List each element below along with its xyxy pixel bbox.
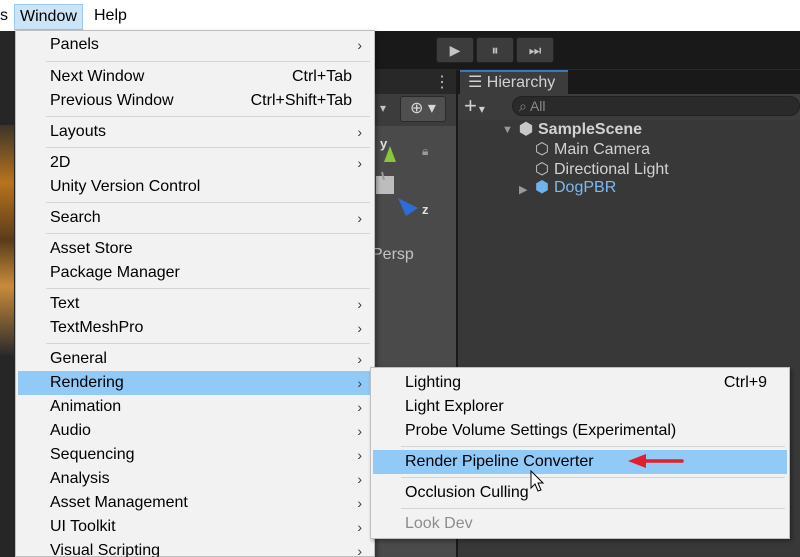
hierarchy-item-label: SampleScene: [538, 121, 643, 138]
chevron-right-icon: ›: [357, 375, 362, 391]
hierarchy-item-dogpbr[interactable]: ⬢ DogPBR: [534, 178, 616, 198]
menu-item-panels[interactable]: Panels ›: [18, 33, 372, 57]
hierarchy-search-input[interactable]: ⌕ All: [512, 96, 800, 116]
menu-item-next-window[interactable]: Next Window Ctrl+Tab: [18, 65, 372, 89]
scene-tab-header: ⋮: [370, 70, 456, 94]
menu-item-package-manager[interactable]: Package Manager: [18, 261, 372, 285]
chevron-right-icon: ›: [357, 210, 362, 226]
window-menu: Panels › Next Window Ctrl+Tab Previous Win…: [15, 30, 375, 557]
hierarchy-tab-label: Hierarchy: [486, 74, 556, 91]
menu-item-text[interactable]: Text ›: [18, 292, 372, 316]
gameobject-cube-icon: ⬡: [535, 141, 549, 158]
menu-item-unity-version-control[interactable]: Unity Version Control: [18, 175, 372, 199]
menu-item-partial[interactable]: s: [0, 4, 13, 30]
rendering-submenu: Lighting Ctrl+9 Light Explorer Probe Volu…: [370, 367, 790, 539]
menu-item-light-explorer[interactable]: Light Explorer: [373, 395, 787, 419]
chevron-down-icon: ▾: [478, 102, 485, 116]
menu-separator: [46, 233, 370, 234]
menu-item-look-dev: Look Dev: [405, 515, 473, 532]
menu-item-rendering[interactable]: Rendering ›: [18, 371, 372, 395]
menu-item-textmeshpro[interactable]: TextMeshPro ›: [18, 316, 372, 340]
list-icon: ☰: [468, 74, 487, 91]
lock-icon[interactable]: 🔒︎: [422, 144, 428, 159]
menu-item-general[interactable]: General ›: [18, 347, 372, 371]
chevron-right-icon: ›: [357, 351, 362, 367]
orientation-gizmo-icon[interactable]: [370, 136, 456, 236]
menu-item-animation[interactable]: Animation ›: [18, 395, 372, 419]
tab-hierarchy[interactable]: ☰ Hierarchy: [460, 70, 568, 94]
menu-window[interactable]: Window: [14, 4, 83, 30]
menu-separator: [46, 116, 370, 117]
menu-separator: [401, 477, 785, 478]
menu-separator: [46, 147, 370, 148]
add-icon: +: [464, 93, 477, 118]
menu-item-layouts[interactable]: Layouts ›: [18, 120, 372, 144]
menu-item-audio[interactable]: Audio ›: [18, 419, 372, 443]
menu-separator: [46, 61, 370, 62]
add-object-button[interactable]: + ▾: [464, 93, 485, 119]
chevron-right-icon: ›: [357, 155, 362, 171]
chevron-right-icon: ›: [357, 543, 362, 557]
menu-bar: s Window Help: [0, 0, 800, 31]
unity-scene-icon: ⬢: [519, 121, 533, 138]
search-icon: ⌕: [519, 98, 530, 114]
projection-label[interactable]: Persp: [372, 246, 414, 264]
chevron-right-icon: ›: [357, 124, 362, 140]
menu-item-visual-scripting[interactable]: Visual Scripting ›: [18, 539, 372, 557]
gizmo-toggle-button[interactable]: ⊕ ▾: [400, 96, 446, 122]
play-controls: ▶ ⏸ ⏭: [436, 37, 554, 63]
chevron-right-icon: ›: [357, 447, 362, 463]
menu-separator: [46, 202, 370, 203]
main-toolbar: [370, 31, 800, 69]
search-placeholder: All: [529, 98, 546, 114]
scene-toolbar: ▾ ⊕ ▾: [370, 94, 456, 126]
chevron-right-icon: ›: [357, 423, 362, 439]
dropdown-icon[interactable]: ▾: [380, 101, 386, 115]
hierarchy-item-directional-light[interactable]: ⬡ Directional Light: [534, 160, 669, 180]
chevron-right-icon: ›: [357, 471, 362, 487]
hierarchy-item-scene[interactable]: ⬢ SampleScene: [518, 120, 642, 140]
menu-item-asset-store[interactable]: Asset Store: [18, 237, 372, 261]
menu-separator: [401, 508, 785, 509]
menu-separator: [46, 343, 370, 344]
menu-item-probe-volume-settings[interactable]: Probe Volume Settings (Experimental): [373, 419, 787, 443]
menu-separator: [46, 288, 370, 289]
menu-item-lighting[interactable]: Lighting Ctrl+9: [373, 371, 787, 395]
menu-item-occlusion-culling[interactable]: Occlusion Culling: [373, 481, 787, 505]
menu-item-2d[interactable]: 2D ›: [18, 151, 372, 175]
menu-item-analysis[interactable]: Analysis ›: [18, 467, 372, 491]
axis-z-label: z: [422, 202, 429, 217]
gameobject-cube-icon: ⬡: [535, 161, 549, 178]
axis-y-label: y: [380, 136, 388, 151]
menu-item-sequencing[interactable]: Sequencing ›: [18, 443, 372, 467]
mouse-cursor-icon: [530, 470, 545, 492]
chevron-right-icon: ›: [357, 320, 362, 336]
menu-item-previous-window[interactable]: Previous Window Ctrl+Shift+Tab: [18, 89, 372, 113]
hierarchy-item-label: DogPBR: [554, 179, 617, 196]
hierarchy-item-label: Main Camera: [554, 141, 651, 158]
menu-separator: [401, 446, 785, 447]
chevron-right-icon: ›: [357, 37, 362, 53]
more-options-icon[interactable]: ⋮: [434, 72, 450, 92]
scene-thumbnail-edge: [0, 125, 14, 355]
collapse-arrow-icon[interactable]: ▶: [519, 183, 527, 196]
chevron-right-icon: ›: [357, 519, 362, 535]
menu-item-render-pipeline-converter[interactable]: Render Pipeline Converter: [373, 450, 787, 474]
menu-item-asset-management[interactable]: Asset Management ›: [18, 491, 372, 515]
chevron-right-icon: ›: [357, 399, 362, 415]
menu-item-search[interactable]: Search ›: [18, 206, 372, 230]
menu-item-ui-toolkit[interactable]: UI Toolkit ›: [18, 515, 372, 539]
hierarchy-item-label: Directional Light: [554, 161, 669, 178]
step-button[interactable]: ⏭: [516, 37, 554, 63]
chevron-right-icon: ›: [357, 495, 362, 511]
chevron-right-icon: ›: [357, 296, 362, 312]
prefab-cube-icon: ⬢: [535, 179, 549, 196]
hierarchy-item-main-camera[interactable]: ⬡ Main Camera: [534, 140, 650, 160]
menu-help[interactable]: Help: [89, 4, 132, 30]
expand-arrow-icon[interactable]: ▼: [502, 124, 513, 136]
pause-button[interactable]: ⏸: [476, 37, 514, 63]
annotation-arrow-icon: [628, 454, 684, 468]
play-button[interactable]: ▶: [436, 37, 474, 63]
